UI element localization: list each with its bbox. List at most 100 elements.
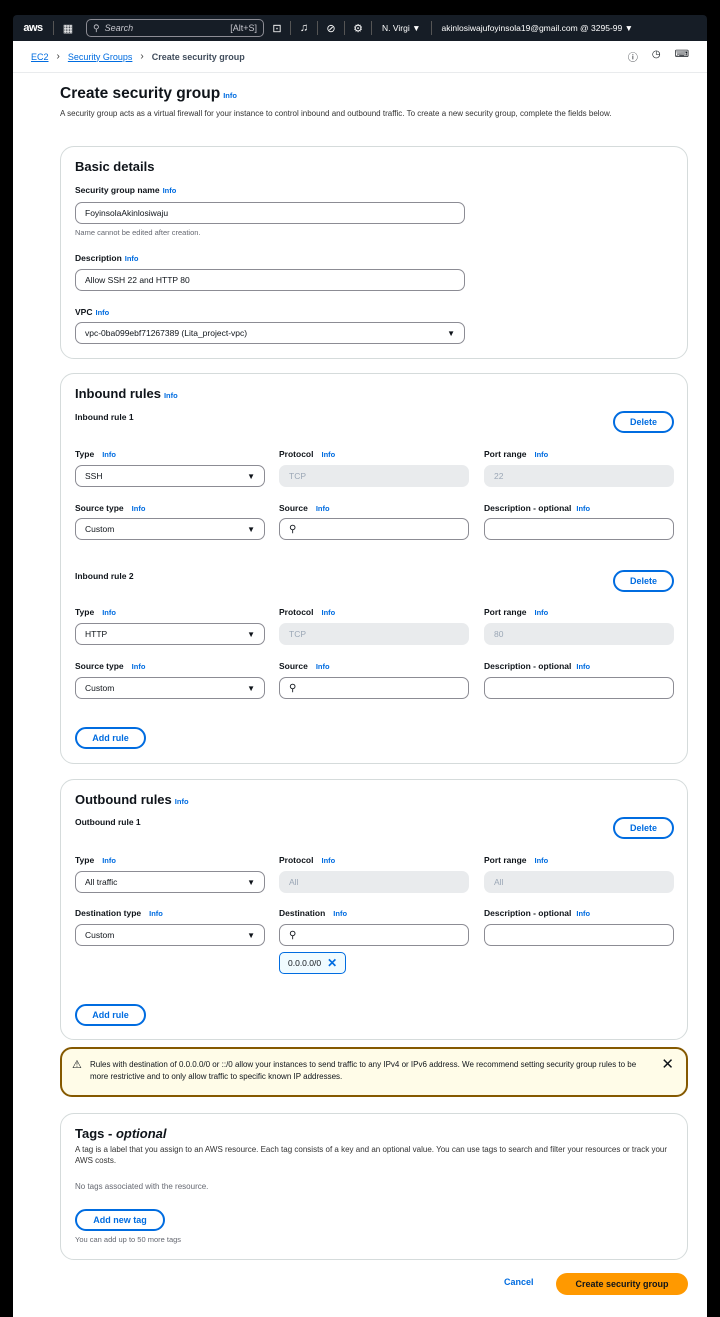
destination-label: Destination Info (279, 908, 347, 918)
services-grid-icon[interactable]: ▦ (54, 22, 82, 35)
description-input[interactable]: Allow SSH 22 and HTTP 80 (75, 269, 465, 291)
info-link[interactable]: Info (333, 909, 347, 918)
description-optional-label: Description - optional Info (484, 908, 590, 918)
caret-down-icon: ▼ (247, 930, 255, 940)
info-link[interactable]: Info (149, 909, 163, 918)
label-text: VPC (75, 307, 93, 317)
destination-token: 0.0.0.0/0 ✕ (279, 952, 347, 974)
top-navigation: aws ▦ ⚲ Search [Alt+S] ⊡ ♫ ⊘ ⚙ N. Virgi … (13, 15, 707, 41)
aws-logo[interactable]: aws (13, 22, 53, 34)
label-text: Source type (75, 661, 124, 671)
region-selector[interactable]: N. Virgi ▼ (372, 23, 431, 33)
label-text: Description - optional (484, 661, 572, 671)
inbound-rule-1-source-type-select[interactable]: Custom ▼ (75, 518, 265, 540)
info-link[interactable]: Info (321, 856, 335, 865)
info-link[interactable]: Info (316, 504, 330, 513)
label-text: Security group name (75, 185, 160, 195)
security-group-name-input[interactable]: FoyinsolaAkinlosiwaju (75, 202, 465, 224)
delete-inbound-rule-1-button[interactable]: Delete (613, 411, 674, 433)
create-security-group-button[interactable]: Create security group (556, 1273, 688, 1295)
add-new-tag-button[interactable]: Add new tag (75, 1209, 165, 1231)
page-title: Create security group Info (60, 85, 237, 103)
outbound-rule-1-title: Outbound rule 1 (75, 817, 141, 827)
inbound-rule-2-type-select[interactable]: HTTP ▼ (75, 623, 265, 645)
delete-outbound-rule-1-button[interactable]: Delete (613, 817, 674, 839)
warning-triangle-icon: ⚠ (72, 1059, 82, 1071)
info-link[interactable]: Info (132, 662, 146, 671)
outbound-rule-1-type-select[interactable]: All traffic ▼ (75, 871, 265, 893)
cloudshell-icon[interactable]: ⊡ (264, 22, 290, 35)
type-label: Type Info (75, 449, 116, 459)
info-link[interactable]: Info (102, 450, 116, 459)
info-link[interactable]: Info (163, 186, 177, 195)
search-input[interactable]: ⚲ Search [Alt+S] (86, 19, 264, 37)
search-placeholder: Search (104, 23, 134, 33)
cancel-button[interactable]: Cancel (504, 1277, 534, 1287)
caret-down-icon: ▼ (447, 328, 455, 338)
info-link[interactable]: Info (132, 504, 146, 513)
no-tags-text: No tags associated with the resource. (75, 1182, 209, 1191)
search-icon: ⚲ (289, 523, 297, 535)
inbound-rule-1-source-input[interactable]: ⚲ (279, 518, 469, 540)
type-label: Type Info (75, 855, 116, 865)
inbound-rule-2-source-type-select[interactable]: Custom ▼ (75, 677, 265, 699)
info-link[interactable]: Info (164, 391, 178, 400)
vpc-select[interactable]: vpc-0ba099ebf71267389 (Lita_project-vpc)… (75, 322, 465, 344)
inbound-rule-2-source-input[interactable]: ⚲ (279, 677, 469, 699)
tags-limit-hint: You can add up to 50 more tags (75, 1235, 182, 1244)
outbound-rule-1-protocol: All (279, 871, 469, 893)
inbound-rule-1-protocol: TCP (279, 465, 469, 487)
info-link[interactable]: Info (102, 608, 116, 617)
label-text: Port range (484, 449, 527, 459)
remove-token-icon[interactable]: ✕ (327, 956, 337, 970)
label-text: Port range (484, 855, 527, 865)
outbound-rules-panel: Outbound rules Info Outbound rule 1 Delet… (60, 779, 688, 1040)
inbound-rule-2-description-input[interactable] (484, 677, 674, 699)
source-type-label: Source type Info (75, 503, 145, 513)
port-range-label: Port range Info (484, 449, 548, 459)
settings-gear-icon[interactable]: ⚙ (345, 22, 371, 35)
add-inbound-rule-button[interactable]: Add rule (75, 727, 146, 749)
info-link[interactable]: Info (102, 856, 116, 865)
info-link[interactable]: Info (576, 504, 590, 513)
caret-down-icon: ▼ (247, 471, 255, 481)
info-link[interactable]: Info (576, 909, 590, 918)
outbound-rule-1-destination-input[interactable]: ⚲ (279, 924, 469, 946)
security-group-name-label: Security group name Info (75, 185, 176, 195)
token-label: 0.0.0.0/0 (288, 958, 322, 968)
info-link[interactable]: Info (175, 797, 189, 806)
description-optional-label: Description - optional Info (484, 661, 590, 671)
account-menu[interactable]: akinlosiwajufoyinsola19@gmail.com @ 3295… (432, 23, 708, 33)
info-link[interactable]: Info (576, 662, 590, 671)
info-link[interactable]: Info (321, 450, 335, 459)
notifications-bell-icon[interactable]: ♫ (291, 22, 317, 34)
inbound-rules-title: Inbound rules Info (75, 386, 178, 401)
info-circle-icon[interactable]: ⓘ (628, 49, 638, 64)
label-text: Source (279, 503, 308, 513)
outbound-rules-title: Outbound rules Info (75, 792, 189, 807)
info-link[interactable]: Info (535, 856, 549, 865)
breadcrumb-security-groups-link[interactable]: Security Groups (68, 52, 133, 62)
title-text: Outbound rules (75, 792, 172, 807)
caret-down-icon: ▼ (247, 683, 255, 693)
inbound-rule-1-type-select[interactable]: SSH ▼ (75, 465, 265, 487)
name-hint: Name cannot be edited after creation. (75, 228, 201, 237)
info-link[interactable]: Info (95, 308, 109, 317)
close-icon[interactable]: ✕ (661, 1055, 674, 1073)
clock-icon[interactable]: ◷ (652, 49, 661, 64)
inbound-rule-1-description-input[interactable] (484, 518, 674, 540)
info-link[interactable]: Info (535, 608, 549, 617)
info-link[interactable]: Info (316, 662, 330, 671)
delete-inbound-rule-2-button[interactable]: Delete (613, 570, 674, 592)
feedback-icon[interactable]: ⌨ (675, 49, 689, 64)
info-link[interactable]: Info (321, 608, 335, 617)
info-link[interactable]: Info (535, 450, 549, 459)
breadcrumb-ec2-link[interactable]: EC2 (31, 52, 49, 62)
inbound-rule-1-title: Inbound rule 1 (75, 412, 134, 422)
info-link[interactable]: Info (125, 254, 139, 263)
help-icon[interactable]: ⊘ (318, 22, 344, 35)
outbound-rule-1-description-input[interactable] (484, 924, 674, 946)
outbound-rule-1-destination-type-select[interactable]: Custom ▼ (75, 924, 265, 946)
add-outbound-rule-button[interactable]: Add rule (75, 1004, 146, 1026)
info-link[interactable]: Info (223, 91, 237, 100)
